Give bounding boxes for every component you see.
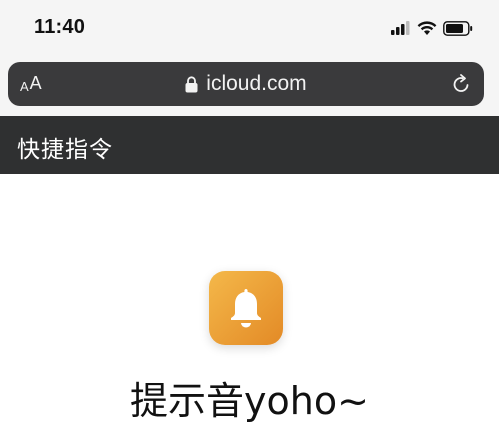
status-time: 11:40	[34, 16, 86, 38]
shortcut-name: 提示音yoho~	[130, 379, 369, 423]
url-text: icloud.com	[206, 72, 307, 95]
cellular-signal-icon	[391, 21, 410, 35]
battery-icon	[443, 20, 473, 36]
shortcut-icon-tile	[209, 271, 283, 345]
wifi-icon	[417, 20, 437, 35]
reload-icon[interactable]	[450, 73, 472, 95]
lock-icon	[185, 75, 198, 92]
url-display[interactable]: icloud.com	[8, 62, 484, 106]
address-bar[interactable]: A A icloud.com	[8, 62, 484, 106]
browser-toolbar: A A icloud.com	[0, 58, 499, 116]
bell-icon	[231, 289, 261, 328]
page-title: 快捷指令	[17, 137, 113, 163]
status-icons	[391, 18, 473, 38]
status-bar: 11:40	[0, 0, 499, 58]
app-header: 快捷指令	[0, 116, 499, 174]
